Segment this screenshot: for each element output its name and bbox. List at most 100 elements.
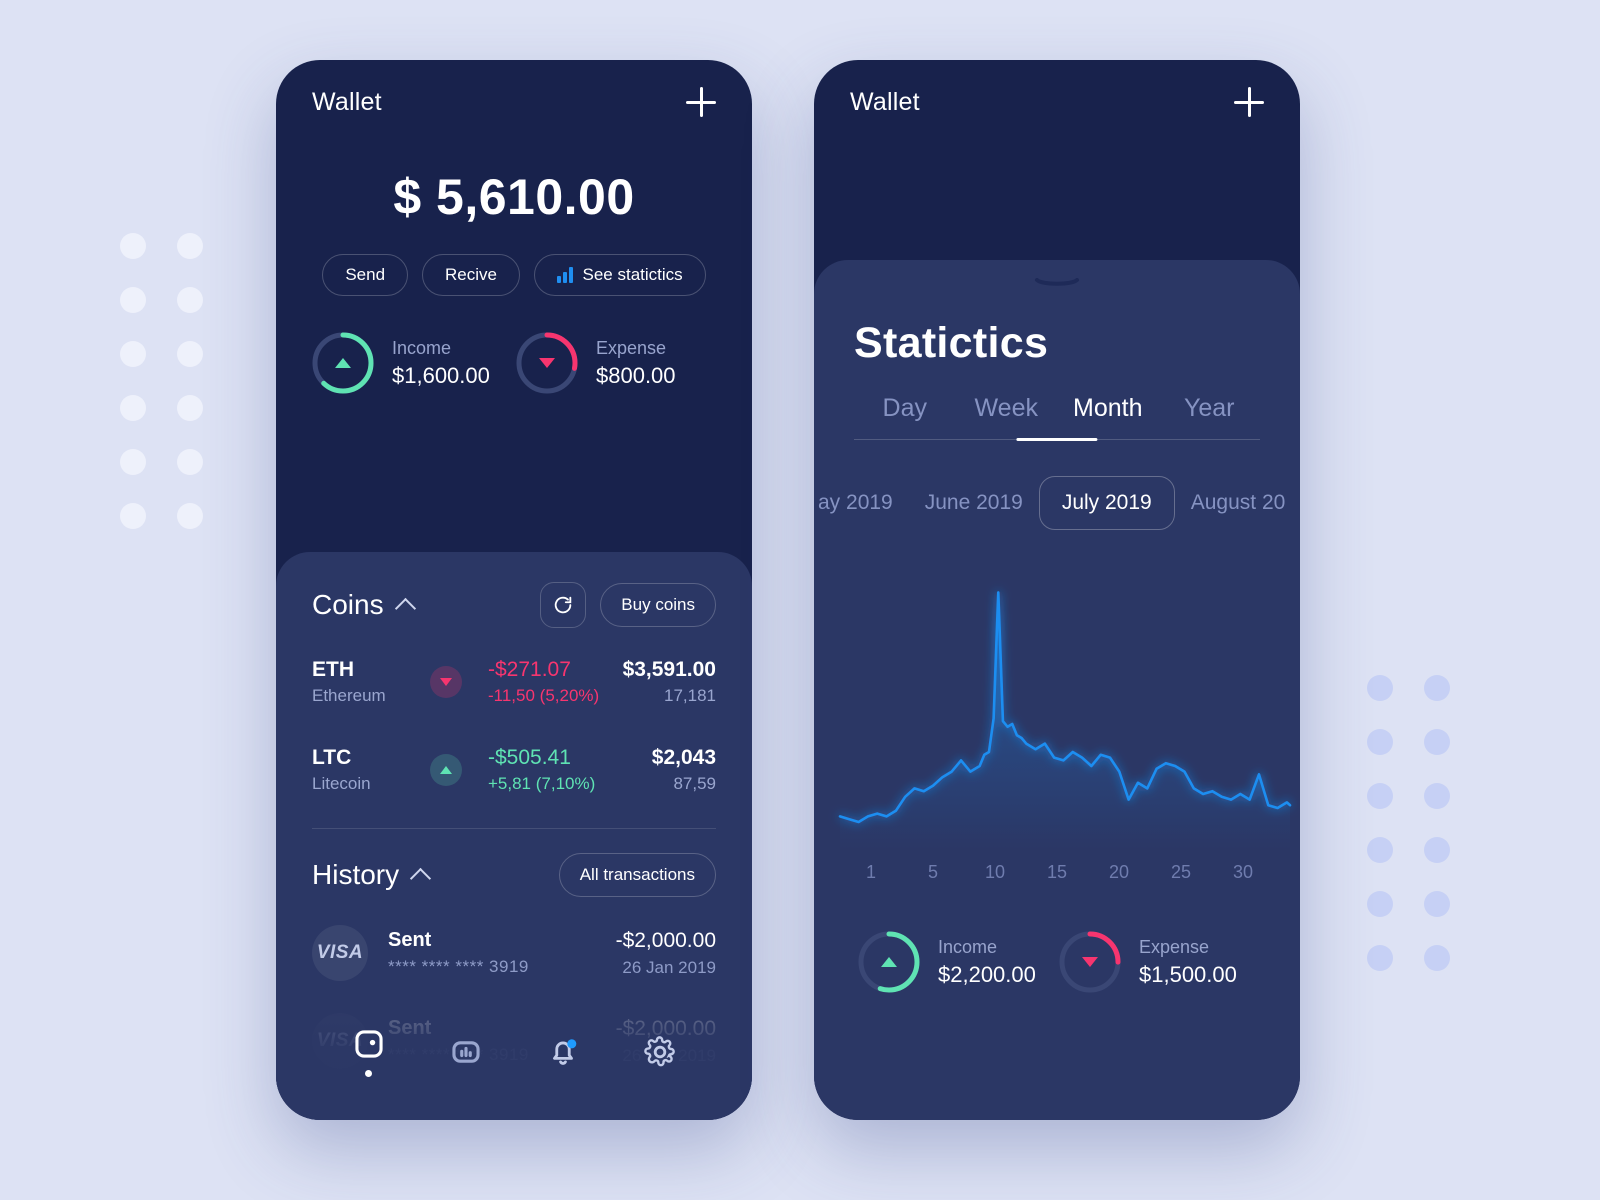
- nav-settings[interactable]: [643, 1035, 677, 1069]
- decorative-dot: [177, 395, 203, 421]
- chevron-up-icon[interactable]: [394, 597, 416, 619]
- decorative-dot: [1424, 675, 1450, 701]
- plus-icon[interactable]: [1234, 87, 1264, 117]
- coin-price: $2,043: [651, 746, 716, 769]
- nav-chart[interactable]: [449, 1035, 483, 1069]
- decorative-dot: [177, 449, 203, 475]
- expense-value: $1,500.00: [1139, 961, 1237, 987]
- decorative-dot: [1424, 891, 1450, 917]
- month-option-selected[interactable]: July 2019: [1038, 476, 1175, 530]
- send-button[interactable]: Send: [322, 254, 409, 296]
- x-tick: 25: [1170, 862, 1192, 882]
- history-title-group[interactable]: History: [312, 859, 432, 891]
- expense-donut: [514, 330, 580, 396]
- coins-title: Coins: [312, 589, 384, 620]
- see-statistics-button[interactable]: See statictics: [534, 254, 706, 296]
- coin-change: -$505.41 +5,81 (7,10%): [488, 746, 595, 794]
- income-donut: [310, 330, 376, 396]
- decorative-dot: [1424, 729, 1450, 755]
- right-topbar: Wallet: [814, 60, 1300, 144]
- chart-svg: [838, 591, 1292, 850]
- action-buttons: Send Recive See statictics: [276, 254, 752, 296]
- decorative-dot: [120, 287, 146, 313]
- x-tick: 30: [1232, 862, 1254, 882]
- decorative-dot: [1424, 783, 1450, 809]
- nav-wallet[interactable]: [352, 1027, 386, 1077]
- chevron-up-icon[interactable]: [410, 867, 432, 889]
- month-selector: ay 2019 June 2019 July 2019 August 20: [814, 476, 1300, 530]
- coin-change-percent: -11,50 (5,20%): [488, 686, 600, 705]
- gear-icon: [643, 1036, 675, 1067]
- right-summary-row: Income $2,200.00 Expense $1,500.00: [814, 929, 1300, 995]
- x-tick: 10: [984, 862, 1006, 882]
- nav-notifications[interactable]: [546, 1035, 580, 1069]
- history-title: History: [312, 859, 400, 890]
- decorative-dot: [177, 341, 203, 367]
- arrow-up-icon: [881, 957, 897, 967]
- coin-change-percent: +5,81 (7,10%): [488, 774, 596, 793]
- coin-volume: 17,181: [664, 686, 716, 705]
- month-option[interactable]: August 20: [1175, 479, 1300, 527]
- tab-week[interactable]: Week: [956, 394, 1058, 439]
- transaction-amount-group: -$2,000.00 26 Jan 2019: [616, 929, 716, 978]
- statistics-line-chart[interactable]: [814, 558, 1300, 858]
- trend-down-icon: [430, 666, 462, 698]
- transaction-row[interactable]: VISA Sent **** **** **** 3919 -$2,000.00…: [312, 925, 716, 981]
- bell-icon: [552, 1039, 576, 1065]
- transaction-card: **** **** **** 3919: [388, 957, 529, 976]
- plus-icon[interactable]: [686, 87, 716, 117]
- month-option[interactable]: ay 2019: [814, 479, 909, 527]
- coin-names: ETH Ethereum: [312, 658, 430, 706]
- tab-month[interactable]: Month: [1057, 394, 1159, 439]
- income-donut: [856, 929, 922, 995]
- coins-actions: Buy coins: [540, 582, 716, 628]
- transaction-amount: -$2,000.00: [615, 928, 716, 952]
- all-transactions-button[interactable]: All transactions: [558, 853, 716, 897]
- month-option[interactable]: June 2019: [909, 479, 1039, 527]
- left-summary-row: Income $1,600.00 Expense $800.00: [276, 330, 752, 396]
- income-summary: Income $2,200.00: [856, 929, 1057, 995]
- income-value: $1,600.00: [392, 362, 490, 388]
- transaction-date: 26 Jan 2019: [622, 957, 716, 977]
- arrow-down-icon: [1082, 957, 1098, 967]
- decorative-dot: [177, 287, 203, 313]
- history-section-header: History All transactions: [312, 829, 716, 897]
- tab-year[interactable]: Year: [1159, 394, 1261, 439]
- coin-row[interactable]: ETH Ethereum -$271.07 -11,50 (5,20%) $3,…: [312, 658, 716, 706]
- see-statistics-label: See statictics: [582, 265, 683, 284]
- decorative-dot: [120, 449, 146, 475]
- coins-title-group[interactable]: Coins: [312, 589, 416, 621]
- decorative-dot-grid-right: [1367, 675, 1481, 999]
- page-title: Wallet: [312, 87, 382, 116]
- canvas: Wallet $ 5,610.00 Send Recive See static…: [0, 0, 1600, 1200]
- statistics-phone-screen: Wallet Statictics Day Week Month Year ay…: [814, 60, 1300, 1120]
- x-tick: 15: [1046, 862, 1068, 882]
- x-tick: 5: [927, 862, 938, 882]
- arrow-down-icon: [539, 358, 555, 368]
- decorative-dot: [1367, 891, 1393, 917]
- coin-change-amount: -$505.41: [488, 746, 571, 769]
- transaction-info: Sent **** **** **** 3919: [388, 929, 529, 977]
- decorative-dot: [1367, 729, 1393, 755]
- refresh-icon[interactable]: [540, 582, 587, 628]
- expense-donut: [1057, 929, 1123, 995]
- bar-chart-icon: [557, 267, 573, 283]
- buy-coins-button[interactable]: Buy coins: [600, 583, 716, 627]
- decorative-dot: [1367, 837, 1393, 863]
- sheet-grabber-icon[interactable]: [1034, 274, 1080, 286]
- expense-label: Expense: [1139, 936, 1210, 957]
- bottom-navigation: [276, 1002, 752, 1120]
- coin-row[interactable]: LTC Litecoin -$505.41 +5,81 (7,10%) $2,0…: [312, 746, 716, 794]
- decorative-dot: [1367, 675, 1393, 701]
- decorative-dot: [1367, 945, 1393, 971]
- arrow-up-icon: [335, 358, 351, 368]
- receive-button[interactable]: Recive: [422, 254, 520, 296]
- income-value: $2,200.00: [938, 961, 1036, 987]
- trend-up-icon: [430, 754, 462, 786]
- decorative-dot: [120, 341, 146, 367]
- decorative-dot: [120, 503, 146, 529]
- coin-names: LTC Litecoin: [312, 746, 430, 794]
- coin-change-amount: -$271.07: [488, 658, 571, 681]
- tab-day[interactable]: Day: [854, 394, 956, 439]
- chart-x-axis: 1 5 10 15 20 25 30: [814, 862, 1300, 883]
